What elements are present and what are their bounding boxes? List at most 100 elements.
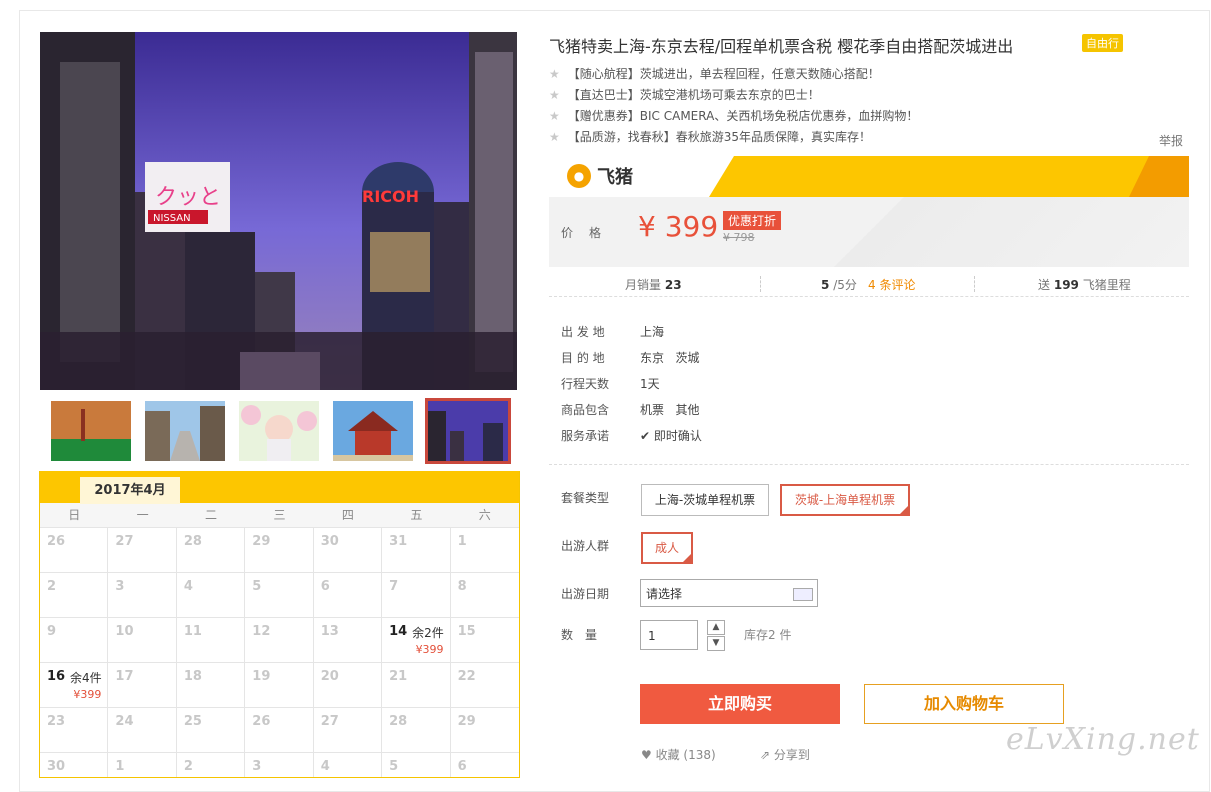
day-number: 17 — [115, 669, 134, 684]
calendar-day: 12 — [245, 618, 314, 663]
departure-calendar: 2017年4月 日一二三四五六 26 27 28 29 30 31 1 2 3 4 5 6 7 8 9 10 1… — [39, 471, 520, 778]
miles-reward: 送 199 飞猪里程 — [1038, 278, 1131, 292]
feature-1: ★ 【随心航程】茨城进出，单去程回程，任意天数随心搭配！ — [549, 67, 880, 81]
day-number: 2 — [47, 579, 57, 594]
calendar-day: 4 — [176, 573, 246, 618]
brand-banner — [549, 156, 1189, 197]
info-value-service: ✔ 即时确认 — [640, 429, 702, 443]
info-label-departure: 出 发 地 — [561, 325, 605, 339]
day-number: 6 — [320, 579, 330, 594]
pig-logo-icon: ● — [567, 164, 591, 188]
weekday-label: 三 — [273, 508, 286, 522]
sales-stats: 月销量 23 5 /5分 4 条评论 送 199 飞猪里程 — [549, 272, 1189, 297]
package-option-shanghai-ibaraki[interactable]: 上海-茨城单程机票 — [641, 484, 769, 516]
day-number: 31 — [389, 534, 408, 549]
calendar-header: 2017年4月 — [40, 471, 519, 504]
calendar-day: 6 — [451, 753, 519, 777]
buy-now-button[interactable]: 立即购买 — [640, 684, 840, 724]
calendar-day: 23 — [40, 708, 109, 753]
info-value-days: 1天 — [640, 377, 660, 391]
thumbnail-2[interactable] — [145, 401, 225, 461]
calendar-day: 24 — [108, 708, 177, 753]
discount-badge: 优惠打折 — [723, 211, 782, 230]
calendar-day: 1 — [108, 753, 177, 777]
thumbnail-4[interactable] — [333, 401, 413, 461]
reviews-link[interactable]: 4 条评论 — [868, 276, 915, 293]
calendar-day-available[interactable]: 14 余2件 ¥399 — [382, 618, 451, 663]
day-price: ¥399 — [73, 688, 102, 701]
calendar-day: 5 — [245, 573, 314, 618]
info-label-days: 行程天数 — [561, 377, 610, 391]
day-number: 18 — [183, 669, 202, 684]
day-number: 6 — [457, 759, 467, 774]
calendar-day: 27 — [108, 528, 177, 573]
svg-text:RICOH: RICOH — [362, 187, 419, 206]
calendar-day: 15 — [450, 618, 519, 663]
report-link[interactable]: 举报 — [1159, 132, 1183, 149]
calendar-day: 13 — [313, 618, 383, 663]
calendar-day: 10 — [108, 618, 177, 663]
heart-icon: ♥ — [641, 748, 652, 762]
weekday-label: 日 — [68, 508, 81, 522]
current-price: ¥ 399 — [638, 210, 719, 243]
svg-text:NISSAN: NISSAN — [153, 213, 191, 224]
chevron-down-icon: ▼ — [712, 638, 720, 648]
day-number: 11 — [183, 624, 202, 639]
star-icon: ★ — [549, 109, 560, 123]
calendar-day: 30 — [40, 753, 109, 777]
calendar-day: 3 — [245, 753, 314, 777]
quantity-input[interactable]: 1 — [640, 620, 698, 650]
info-value-includes: 机票 其他 — [640, 403, 700, 417]
monthly-sales: 月销量 23 — [625, 278, 682, 292]
calendar-day: 29 — [450, 708, 519, 753]
day-number: 5 — [389, 759, 399, 774]
day-number: 21 — [389, 669, 408, 684]
crowd-option-adult[interactable]: 成人 — [641, 532, 693, 564]
date-input[interactable]: 请选择 — [640, 579, 818, 607]
calendar-day: 6 — [313, 573, 383, 618]
calendar-icon[interactable] — [793, 588, 813, 601]
calendar-day: 27 — [313, 708, 383, 753]
calendar-grid: 26 27 28 29 30 31 1 2 3 4 5 6 7 8 9 10 11 12 13 14 余2件 ¥399 15… — [40, 528, 519, 777]
calendar-day: 26 — [245, 708, 314, 753]
calendar-day: 4 — [314, 753, 383, 777]
product-title: 飞猪特卖上海-东京去程/回程单机票含税 樱花季自由搭配茨城进出 — [549, 37, 1014, 56]
calendar-day: 11 — [176, 618, 246, 663]
day-number: 27 — [320, 714, 339, 729]
day-number: 25 — [183, 714, 202, 729]
favorite-link[interactable]: ♥ 收藏 (138) — [641, 746, 716, 763]
day-number: 15 — [457, 624, 476, 639]
thumbnail-strip — [40, 395, 517, 467]
calendar-day: 19 — [245, 663, 314, 708]
chevron-up-icon: ▲ — [712, 622, 720, 632]
day-number: 24 — [115, 714, 134, 729]
add-to-cart-button[interactable]: 加入购物车 — [864, 684, 1064, 724]
calendar-day: 28 — [176, 528, 246, 573]
calendar-day-available[interactable]: 16 余4件 ¥399 — [40, 663, 109, 708]
day-number: 28 — [183, 534, 202, 549]
day-number: 3 — [115, 579, 125, 594]
calendar-day: 7 — [382, 573, 451, 618]
day-number: 29 — [457, 714, 476, 729]
star-icon: ★ — [549, 67, 560, 81]
day-number: 30 — [320, 534, 339, 549]
weekday-label: 六 — [478, 508, 491, 522]
day-number: 10 — [115, 624, 134, 639]
share-link[interactable]: ⇗ 分享到 — [760, 746, 810, 763]
calendar-day: 22 — [450, 663, 519, 708]
thumbnail-3[interactable] — [239, 401, 319, 461]
qty-increase-button[interactable]: ▲ — [707, 620, 725, 635]
feature-4: ★ 【品质游，找春秋】春秋旅游35年品质保障，真实库存！ — [549, 130, 872, 144]
qty-decrease-button[interactable]: ▼ — [707, 636, 725, 651]
day-number: 4 — [320, 759, 330, 774]
day-number: 26 — [252, 714, 271, 729]
thumbnail-5-selected[interactable] — [425, 398, 511, 464]
package-option-ibaraki-shanghai[interactable]: 茨城-上海单程机票 — [780, 484, 910, 516]
fliggy-logo: ● 飞猪 — [567, 163, 633, 189]
feature-3: ★ 【赠优惠券】BIC CAMERA、关西机场免税店优惠券，血拼购物！ — [549, 109, 919, 123]
star-icon: ★ — [549, 88, 560, 102]
calendar-day: 2 — [177, 753, 246, 777]
calendar-day: 21 — [382, 663, 451, 708]
thumbnail-1[interactable] — [51, 401, 131, 461]
calendar-month-tab[interactable]: 2017年4月 — [80, 477, 180, 504]
